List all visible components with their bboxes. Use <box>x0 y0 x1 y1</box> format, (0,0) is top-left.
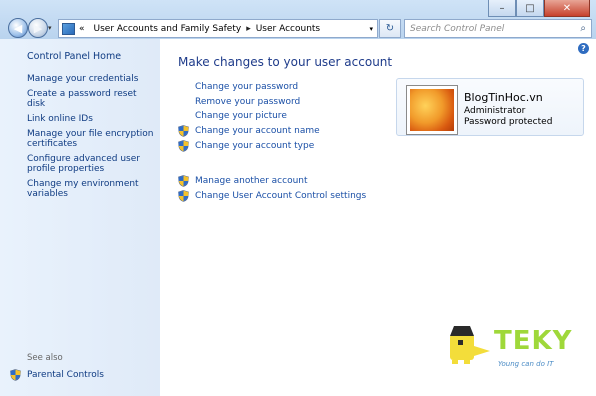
task-change-account-type[interactable]: Change your account type <box>178 140 314 152</box>
breadcrumb-user-accounts-family-safety[interactable]: User Accounts and Family Safety <box>94 24 242 34</box>
control-panel-home-link[interactable]: Control Panel Home <box>27 51 121 62</box>
close-icon: ✕ <box>562 2 572 14</box>
parental-controls-label: Parental Controls <box>27 370 104 380</box>
account-name: BlogTinHoc.vn <box>464 91 543 104</box>
teky-mascot-logo <box>450 326 490 364</box>
task-change-password[interactable]: Change your password <box>178 82 298 92</box>
account-status: Password protected <box>464 117 553 127</box>
control-panel-icon <box>62 22 75 35</box>
breadcrumb-separator[interactable]: ▸ <box>246 24 251 34</box>
uac-shield-icon <box>178 140 189 152</box>
sidebar-link-manage-credentials[interactable]: Manage your credentials <box>27 74 155 84</box>
sidebar-link-online-ids[interactable]: Link online IDs <box>27 114 155 124</box>
page-title: Make changes to your user account <box>178 55 393 69</box>
sidebar-link-advanced-profile[interactable]: Configure advanced user profile properti… <box>27 154 155 174</box>
task-change-account-name[interactable]: Change your account name <box>178 125 320 137</box>
account-card: BlogTinHoc.vn Administrator Password pro… <box>396 78 584 136</box>
sidebar-link-password-reset-disk[interactable]: Create a password reset disk <box>27 89 155 109</box>
task-label: Change your account type <box>195 141 315 151</box>
task-label: Change your picture <box>195 111 287 121</box>
uac-shield-icon <box>178 175 189 187</box>
task-label: Change User Account Control settings <box>195 191 367 201</box>
sidebar: Control Panel Home Manage your credentia… <box>0 39 160 396</box>
title-bar: – □ ✕ ◀ ▶ ▾ « User Accounts and Family S… <box>0 0 596 39</box>
task-manage-another-account[interactable]: Manage another account <box>178 175 308 187</box>
close-button[interactable]: ✕ <box>544 0 590 17</box>
refresh-button[interactable]: ↻ <box>379 19 401 38</box>
address-dropdown-icon[interactable]: ▾ <box>369 25 373 33</box>
recent-pages-dropdown[interactable]: ▾ <box>48 24 52 32</box>
sidebar-link-environment-variables[interactable]: Change my environment variables <box>27 179 155 199</box>
refresh-icon: ↻ <box>385 23 395 34</box>
maximize-icon: □ <box>525 2 535 14</box>
window-controls: – □ ✕ <box>488 0 590 17</box>
avatar[interactable] <box>407 86 457 134</box>
minimize-button[interactable]: – <box>488 0 516 17</box>
address-bar[interactable]: « User Accounts and Family Safety ▸ User… <box>58 19 378 38</box>
help-icon: ? <box>581 44 586 53</box>
parental-controls-link[interactable]: Parental Controls <box>10 369 104 381</box>
task-label: Manage another account <box>195 176 308 186</box>
help-button[interactable]: ? <box>578 43 589 54</box>
minimize-icon: – <box>499 2 505 14</box>
sidebar-links: Manage your credentials Create a passwor… <box>27 74 155 204</box>
breadcrumb-user-accounts[interactable]: User Accounts <box>256 24 320 34</box>
search-input[interactable]: Search Control Panel <box>405 24 580 34</box>
forward-arrow-icon: ▶ <box>33 21 43 35</box>
back-button[interactable]: ◀ <box>8 18 28 38</box>
search-icon[interactable]: ⌕ <box>580 23 586 34</box>
search-box[interactable]: Search Control Panel ⌕ <box>404 19 592 38</box>
task-uac-settings[interactable]: Change User Account Control settings <box>178 190 366 202</box>
uac-shield-icon <box>178 125 189 137</box>
teky-watermark: TEKY Young can do IT <box>444 322 574 372</box>
task-change-picture[interactable]: Change your picture <box>178 111 287 121</box>
account-role: Administrator <box>464 106 526 116</box>
uac-shield-icon <box>178 190 189 202</box>
sidebar-link-file-encryption[interactable]: Manage your file encryption certificates <box>27 129 155 149</box>
task-remove-password[interactable]: Remove your password <box>178 97 300 107</box>
maximize-button[interactable]: □ <box>516 0 544 17</box>
teky-tagline: Young can do IT <box>498 360 554 368</box>
task-label: Change your account name <box>195 126 320 136</box>
back-arrow-icon: ◀ <box>13 21 23 35</box>
breadcrumb-overflow[interactable]: « <box>79 24 85 34</box>
teky-brand: TEKY <box>494 326 573 356</box>
see-also-label: See also <box>27 353 63 363</box>
forward-button[interactable]: ▶ <box>28 18 48 38</box>
task-label: Change your password <box>195 82 299 92</box>
task-label: Remove your password <box>195 97 301 107</box>
uac-shield-icon <box>10 369 21 381</box>
